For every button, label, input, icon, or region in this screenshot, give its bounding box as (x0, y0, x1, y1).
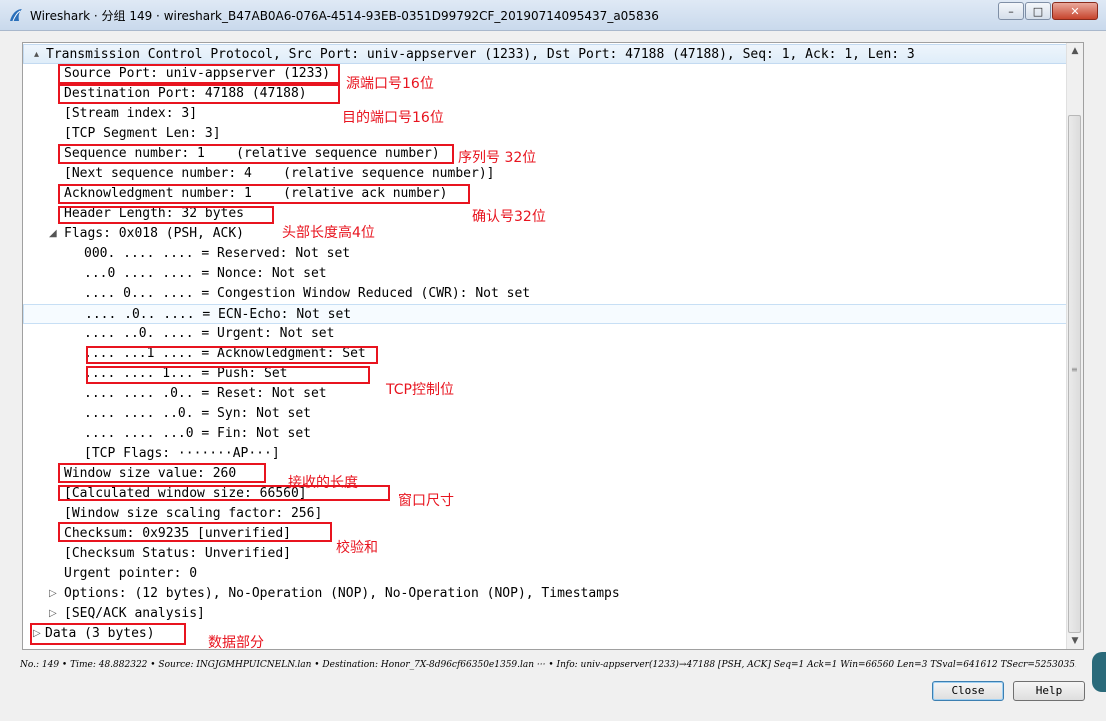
tree-row[interactable]: ◢ Flags: 0x018 (PSH, ACK) (23, 224, 1069, 244)
tree-row-label: [Next sequence number: 4 (relative seque… (64, 166, 495, 181)
expand-arrow-icon[interactable]: ▷ (49, 604, 57, 624)
annotation-ack-number: 确认号32位 (472, 209, 546, 225)
tree-row-label: Window size value: 260 (64, 466, 237, 481)
tree-row[interactable]: Checksum: 0x9235 [unverified] (23, 524, 1069, 544)
tree-row[interactable]: .... .... ..0. = Syn: Not set (23, 404, 1069, 424)
tree-row[interactable]: .... ..0. .... = Urgent: Not set (23, 324, 1069, 344)
tree-row-label: .... ...1 .... = Acknowledgment: Set (84, 346, 366, 361)
tree-row-label: Transmission Control Protocol, Src Port:… (46, 47, 915, 62)
tree-row[interactable]: Window size value: 260 (23, 464, 1069, 484)
tree-row-label: [Calculated window size: 66560] (64, 486, 307, 501)
tree-row[interactable]: Urgent pointer: 0 (23, 564, 1069, 584)
title-bar: Wireshark · 分组 149 · wireshark_B47AB0A6-… (0, 0, 1106, 31)
annotation-sequence-number: 序列号 32位 (458, 150, 537, 166)
tree-row-label: .... ..0. .... = Urgent: Not set (84, 326, 335, 341)
tree-row-label: .... .... .0.. = Reset: Not set (84, 386, 327, 401)
packet-summary-status: No.: 149 • Time: 48.882322 • Source: ING… (20, 660, 1076, 670)
tree-row[interactable]: .... .... 1... = Push: Set (23, 364, 1069, 384)
tree-row-label: ...0 .... .... = Nonce: Not set (84, 266, 327, 281)
tree-row[interactable]: [Stream index: 3] (23, 104, 1069, 124)
collapse-arrow-icon[interactable]: ▴ (34, 45, 39, 65)
tree-row-label: Sequence number: 1 (relative sequence nu… (64, 146, 440, 161)
annotation-source-port: 源端口号16位 (346, 76, 434, 92)
close-window-button[interactable]: ✕ (1052, 2, 1098, 20)
tree-row[interactable]: ▷ [SEQ/ACK analysis] (23, 604, 1069, 624)
collapse-arrow-icon[interactable]: ◢ (49, 224, 57, 244)
tree-row[interactable]: Sequence number: 1 (relative sequence nu… (23, 144, 1069, 164)
minimize-button[interactable]: – (998, 2, 1024, 20)
tree-row-label: [SEQ/ACK analysis] (64, 606, 205, 621)
tree-row-label: Flags: 0x018 (PSH, ACK) (64, 226, 245, 241)
scrollbar-thumb[interactable]: ≡ (1068, 115, 1081, 633)
tree-row[interactable]: [Calculated window size: 66560] (23, 484, 1069, 504)
tree-row-label: Header Length: 32 bytes (64, 206, 245, 221)
tree-row[interactable]: [TCP Flags: ·······AP···] (23, 444, 1069, 464)
annotation-window-value: 接收的长度 (288, 475, 358, 491)
tree-row[interactable]: ▴ Transmission Control Protocol, Src Port… (23, 44, 1069, 64)
tree-row[interactable]: .... ...1 .... = Acknowledgment: Set (23, 344, 1069, 364)
help-button[interactable]: Help (1013, 681, 1085, 701)
vertical-scrollbar[interactable]: ▲ ≡ ▼ (1066, 43, 1083, 649)
annotation-tcp-flags: TCP控制位 (386, 382, 454, 398)
wireshark-fin-icon (10, 9, 22, 22)
grip-icon: ≡ (1071, 365, 1078, 374)
scroll-down-arrow-icon[interactable]: ▼ (1067, 633, 1083, 649)
tree-row-label: 000. .... .... = Reserved: Not set (84, 246, 351, 261)
tree-row-label: [TCP Segment Len: 3] (64, 126, 221, 141)
annotation-data: 数据部分 (208, 635, 264, 651)
tree-row-label: [Window size scaling factor: 256] (64, 506, 323, 521)
tree-row-label: .... .... ...0 = Fin: Not set (84, 426, 311, 441)
tree-row[interactable]: .... .... .0.. = Reset: Not set (23, 384, 1069, 404)
maximize-button[interactable]: □ (1025, 2, 1051, 20)
annotation-checksum: 校验和 (336, 540, 378, 556)
tree-row[interactable]: .... .0.. .... = ECN-Echo: Not set (23, 304, 1069, 324)
side-tab[interactable] (1092, 652, 1106, 692)
tree-row-label: Data (3 bytes) (45, 626, 155, 641)
tree-row[interactable]: [Window size scaling factor: 256] (23, 504, 1069, 524)
expand-arrow-icon[interactable]: ▷ (49, 584, 57, 604)
close-button[interactable]: Close (932, 681, 1004, 701)
tree-row[interactable]: ▷ Options: (12 bytes), No-Operation (NOP)… (23, 584, 1069, 604)
tree-row-label: .... .... ..0. = Syn: Not set (84, 406, 311, 421)
tree-row[interactable]: [Next sequence number: 4 (relative seque… (23, 164, 1069, 184)
tree-row-label: [Checksum Status: Unverified] (64, 546, 291, 561)
tree-row-label: Checksum: 0x9235 [unverified] (64, 526, 291, 541)
window-title: Wireshark · 分组 149 · wireshark_B47AB0A6-… (30, 9, 659, 23)
tree-row-label: Urgent pointer: 0 (64, 566, 198, 581)
tree-row-label: Options: (12 bytes), No-Operation (NOP),… (64, 586, 620, 601)
tree-row-label: .... .0.. .... = ECN-Echo: Not set (85, 307, 352, 322)
tree-row-label: [TCP Flags: ·······AP···] (84, 446, 280, 461)
tree-row[interactable]: .... 0... .... = Congestion Window Reduc… (23, 284, 1069, 304)
tree-row[interactable]: ▷ Data (3 bytes) (23, 624, 1069, 644)
scroll-up-arrow-icon[interactable]: ▲ (1067, 43, 1083, 59)
tree-row[interactable]: [TCP Segment Len: 3] (23, 124, 1069, 144)
tree-row-label: Source Port: univ-appserver (1233) (64, 66, 331, 81)
tree-row[interactable]: .... .... ...0 = Fin: Not set (23, 424, 1069, 444)
tree-row-label: .... 0... .... = Congestion Window Reduc… (84, 286, 531, 301)
tree-row[interactable]: [Checksum Status: Unverified] (23, 544, 1069, 564)
tree-row[interactable]: ...0 .... .... = Nonce: Not set (23, 264, 1069, 284)
packet-details-tree[interactable]: ▴ Transmission Control Protocol, Src Port… (22, 42, 1084, 650)
annotation-window-size: 窗口尺寸 (398, 493, 454, 509)
expand-arrow-icon[interactable]: ▷ (33, 624, 41, 644)
tree-row[interactable]: Destination Port: 47188 (47188) (23, 84, 1069, 104)
tree-row-label: [Stream index: 3] (64, 106, 198, 121)
tree-row[interactable]: 000. .... .... = Reserved: Not set (23, 244, 1069, 264)
tree-row-label: Acknowledgment number: 1 (relative ack n… (64, 186, 448, 201)
tree-row[interactable]: Acknowledgment number: 1 (relative ack n… (23, 184, 1069, 204)
tree-row-label: .... .... 1... = Push: Set (84, 366, 288, 381)
tree-row[interactable]: Header Length: 32 bytes (23, 204, 1069, 224)
tree-row[interactable]: Source Port: univ-appserver (1233) (23, 64, 1069, 84)
annotation-destination-port: 目的端口号16位 (342, 110, 444, 126)
tree-row-label: Destination Port: 47188 (47188) (64, 86, 307, 101)
annotation-header-length: 头部长度高4位 (282, 225, 375, 241)
